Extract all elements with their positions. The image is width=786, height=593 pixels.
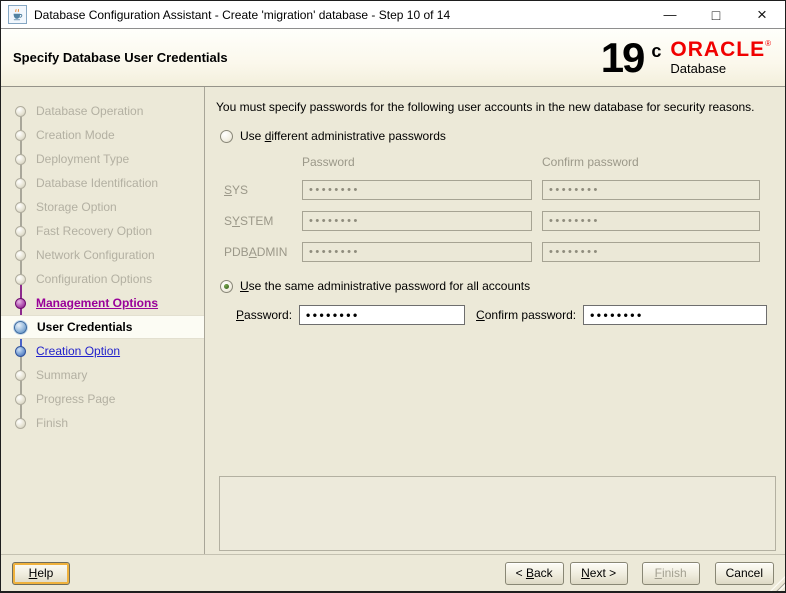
- sidebar-step-network-configuration: Network Configuration: [1, 243, 204, 267]
- dbca-wizard-window: Database Configuration Assistant - Creat…: [0, 0, 786, 593]
- wizard-header: Specify Database User Credentials 19 c OR…: [1, 29, 785, 87]
- pdbadmin-confirm-password-input: [542, 242, 760, 262]
- sidebar-step-configuration-options: Configuration Options: [1, 267, 204, 291]
- help-button[interactable]: Help: [12, 561, 70, 585]
- radio-use-same-password[interactable]: Use the same administrative password for…: [220, 279, 777, 293]
- step-circle-icon: [14, 320, 27, 334]
- oracle-wordmark: ORACLE: [670, 38, 766, 62]
- intro-text: You must specify passwords for the follo…: [216, 100, 755, 114]
- radio-selected-icon[interactable]: [220, 279, 233, 293]
- oracle-19c-database-logo: 19 c ORACLE ® Database: [600, 33, 771, 81]
- pdbadmin-account-label: PDBADMIN: [224, 245, 288, 259]
- sidebar-step-user-credentials: User Credentials: [1, 315, 204, 339]
- logo-version-suffix: c: [651, 41, 662, 62]
- logo-version: 19: [600, 33, 646, 81]
- radio-use-different-passwords[interactable]: Use different administrative passwords: [220, 129, 777, 143]
- sys-account-label: SYS: [224, 183, 249, 197]
- wizard-body: Database Operation Creation Mode Deploym…: [1, 87, 785, 554]
- sys-password-input: [302, 180, 532, 200]
- next-button[interactable]: Next >: [569, 561, 628, 585]
- step-circle-icon: [15, 297, 26, 309]
- logo-product: Database: [670, 61, 727, 77]
- confirm-password-column-header: Confirm password: [542, 155, 639, 169]
- logo-brand-block: ORACLE ® Database: [670, 39, 771, 76]
- system-account-label: SYSTEM: [224, 214, 274, 228]
- sidebar-step-storage-option: Storage Option: [1, 195, 204, 219]
- cancel-button[interactable]: Cancel: [714, 561, 774, 585]
- password-field-label: Password:: [236, 308, 293, 322]
- same-password-row: Password: Confirm password:: [236, 305, 767, 325]
- sidebar-step-management-options[interactable]: Management Options: [1, 291, 204, 315]
- step-circle-icon: [15, 249, 26, 261]
- step-circle-icon: [15, 201, 26, 213]
- sidebar-step-creation-mode: Creation Mode: [1, 123, 204, 147]
- pdbadmin-password-input: [302, 242, 532, 262]
- sidebar-step-database-identification: Database Identification: [1, 171, 204, 195]
- sidebar-step-deployment-type: Deployment Type: [1, 147, 204, 171]
- password-column-header: Password: [302, 155, 355, 169]
- sidebar-step-creation-option[interactable]: Creation Option: [1, 339, 204, 363]
- status-message-area: [219, 476, 776, 551]
- sidebar-step-database-operation: Database Operation: [1, 99, 204, 123]
- sidebar-step-finish: Finish: [1, 411, 204, 435]
- titlebar: Database Configuration Assistant - Creat…: [1, 1, 785, 29]
- credentials-form: You must specify passwords for the follo…: [205, 87, 785, 554]
- system-password-input: [302, 211, 532, 231]
- confirm-password-field-label: Confirm password:: [476, 308, 577, 322]
- finish-button: Finish: [641, 561, 700, 585]
- maximize-button[interactable]: □: [693, 1, 739, 28]
- system-confirm-password-input: [542, 211, 760, 231]
- window-controls: — □ ×: [647, 1, 785, 28]
- java-coffee-cup-icon: [8, 5, 27, 24]
- step-circle-icon: [15, 345, 26, 357]
- close-button[interactable]: ×: [739, 1, 785, 28]
- wizard-footer: Help < Back Next > Finish Cancel: [1, 554, 785, 591]
- step-circle-icon: [15, 129, 26, 141]
- sys-confirm-password-input: [542, 180, 760, 200]
- radio-use-different-passwords-label[interactable]: Use different administrative passwords: [240, 129, 446, 143]
- radio-use-same-password-label[interactable]: Use the same administrative password for…: [240, 279, 530, 293]
- radio-unselected-icon[interactable]: [220, 129, 233, 143]
- password-input[interactable]: [299, 305, 466, 325]
- step-circle-icon: [15, 177, 26, 189]
- window-title: Database Configuration Assistant - Creat…: [34, 7, 451, 22]
- back-button[interactable]: < Back: [504, 561, 564, 585]
- step-circle-icon: [15, 105, 26, 117]
- sidebar-step-summary: Summary: [1, 363, 204, 387]
- registered-mark: ®: [765, 39, 771, 49]
- step-circle-icon: [15, 393, 26, 405]
- wizard-steps-sidebar: Database Operation Creation Mode Deploym…: [1, 87, 205, 554]
- step-circle-icon: [15, 273, 26, 285]
- step-circle-icon: [15, 417, 26, 429]
- step-circle-icon: [15, 153, 26, 165]
- step-circle-icon: [15, 369, 26, 381]
- confirm-password-input[interactable]: [583, 305, 767, 325]
- navigation-buttons: < Back Next > Finish Cancel: [504, 561, 774, 585]
- step-circle-icon: [15, 225, 26, 237]
- per-account-password-grid: Password Confirm password SYS SYSTEM PDB…: [224, 155, 777, 262]
- sidebar-step-fast-recovery-option: Fast Recovery Option: [1, 219, 204, 243]
- minimize-button[interactable]: —: [647, 1, 693, 28]
- sidebar-step-progress-page: Progress Page: [1, 387, 204, 411]
- page-title: Specify Database User Credentials: [13, 50, 228, 65]
